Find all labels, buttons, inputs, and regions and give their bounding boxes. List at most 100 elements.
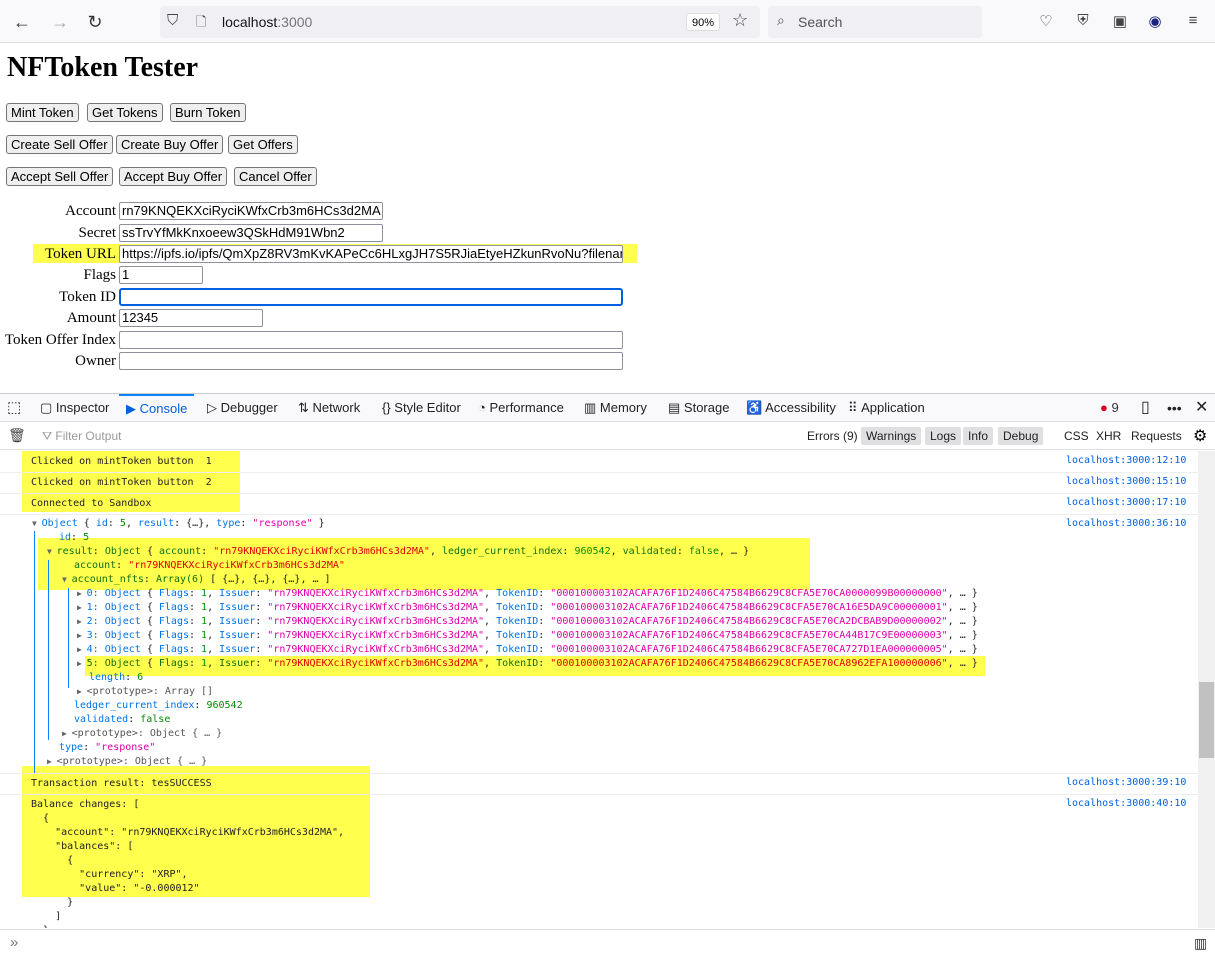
owner-input[interactable] — [119, 352, 623, 370]
filter-errors[interactable]: Errors (9) — [802, 427, 863, 445]
token: result — [56, 546, 93, 557]
extension-icon[interactable]: ▣ — [1110, 12, 1130, 32]
filter-debug[interactable]: Debug — [998, 427, 1044, 445]
scrollbar-thumb[interactable] — [1199, 682, 1214, 758]
close-devtools-icon[interactable]: ✕ — [1195, 394, 1208, 422]
token: ledger_current_index — [74, 700, 195, 711]
create-buy-offer-button[interactable]: Create Buy Offer — [116, 135, 224, 154]
filter-logs[interactable]: Logs — [925, 427, 962, 445]
get-offers-button[interactable]: Get Offers — [228, 135, 298, 154]
filter-warnings[interactable]: Warnings — [861, 427, 922, 445]
token: { — [140, 644, 159, 655]
mint-token-button[interactable]: Mint Token — [6, 103, 79, 122]
tab-network[interactable]: ⇅ Network — [298, 394, 360, 422]
token: validated — [622, 546, 677, 557]
shield-icon[interactable]: ⛉ — [167, 12, 178, 29]
bookmark-star-icon[interactable]: ☆ — [732, 10, 748, 31]
token: , — [207, 658, 220, 669]
tab-storage[interactable]: ▤ Storage — [668, 394, 729, 422]
token-id-label: Token ID — [59, 289, 116, 305]
reload-icon[interactable]: ↻ — [83, 10, 107, 34]
tab-inspector[interactable]: ▢ Inspector — [40, 394, 109, 422]
burn-token-button[interactable]: Burn Token — [170, 103, 246, 122]
token-id-input[interactable] — [119, 288, 623, 306]
get-tokens-button[interactable]: Get Tokens — [87, 103, 163, 122]
source-link[interactable]: localhost:3000:12:10 — [1066, 455, 1186, 466]
tab-style-editor[interactable]: {} Style Editor — [382, 394, 461, 422]
source-link[interactable]: localhost:3000:39:10 — [1066, 777, 1186, 788]
search-input[interactable]: Search — [768, 6, 982, 38]
more-options-icon[interactable]: ••• — [1167, 394, 1182, 422]
amount-input[interactable]: 12345 — [119, 309, 263, 327]
url-host: localhost — [222, 14, 278, 30]
forward-icon[interactable]: → — [48, 10, 72, 34]
token: "response" — [252, 518, 313, 529]
cancel-offer-button[interactable]: Cancel Offer — [234, 167, 317, 186]
flags-label: Flags — [83, 267, 116, 283]
collapsed-arrow-icon[interactable]: ▶ — [77, 645, 87, 654]
expanded-arrow-icon[interactable]: ▼ — [47, 547, 57, 556]
token: { — [140, 588, 159, 599]
expanded-arrow-icon[interactable]: ▼ — [62, 575, 72, 584]
menu-icon[interactable]: ≡ — [1183, 12, 1203, 32]
object-tree-row: ▶ 5: Object { Flags: 1, Issuer: "rn79KNQ… — [77, 657, 1198, 671]
error-count-badge[interactable]: ● 9 — [1100, 394, 1119, 422]
create-sell-offer-button[interactable]: Create Sell Offer — [6, 135, 113, 154]
trash-icon[interactable]: 🗑 — [8, 427, 26, 444]
account-input[interactable]: rn79KNQEKXciRyciKWfxCrb3m6HCs3d2MA — [119, 202, 383, 220]
secret-input[interactable]: ssTrvYfMkKnxoeew3QSkHdM91Wbn2 — [119, 224, 383, 242]
zoom-level[interactable]: 90% — [686, 13, 720, 31]
collapsed-arrow-icon[interactable]: ▶ — [77, 603, 87, 612]
object-tree-row: ledger_current_index: 960542 — [74, 699, 1198, 713]
collapsed-arrow-icon[interactable]: ▶ — [77, 589, 87, 598]
message-separator — [0, 472, 1198, 473]
token: : — [562, 546, 575, 557]
token: , — [125, 518, 138, 529]
tab-memory[interactable]: ▥ Memory — [584, 394, 647, 422]
flags-input[interactable]: 1 — [119, 266, 203, 284]
token-offer-index-input[interactable] — [119, 331, 623, 349]
account-icon[interactable]: ◉ — [1145, 12, 1165, 32]
back-icon[interactable]: ← — [10, 10, 34, 34]
tab-application[interactable]: ⠿ Application — [848, 394, 925, 422]
tab-debugger[interactable]: ▷ Debugger — [207, 394, 278, 422]
collapsed-arrow-icon[interactable]: ▶ — [47, 757, 57, 766]
tab-console[interactable]: ▶ Console — [119, 394, 195, 422]
filter-css[interactable]: CSS — [1059, 427, 1094, 445]
accept-sell-offer-button[interactable]: Accept Sell Offer — [6, 167, 114, 186]
filter-input[interactable]: ⛛ Filter Output — [42, 429, 121, 444]
source-link[interactable]: localhost:3000:15:10 — [1066, 476, 1186, 487]
token-url-input[interactable]: https://ipfs.io/ipfs/QmXpZ8RV3mKvKAPeCc6… — [119, 245, 623, 263]
collapsed-arrow-icon[interactable]: ▶ — [77, 617, 87, 626]
collapsed-arrow-icon[interactable]: ▶ — [62, 729, 72, 738]
token: : — [538, 616, 551, 627]
token: "rn79KNQEKXciRyciKWfxCrb3m6HCs3d2MA" — [267, 630, 485, 641]
split-console-icon[interactable]: ▥ — [1194, 935, 1207, 952]
token: [ {…}, {…}, {…}, … ] — [204, 574, 331, 585]
object-tree-row: ▼ account_nfts: Array(6) [ {…}, {…}, {…}… — [62, 573, 1198, 587]
filter-xhr[interactable]: XHR — [1091, 427, 1126, 445]
tab-accessibility[interactable]: ♿ Accessibility — [746, 394, 836, 422]
shield-extension-icon[interactable]: ⛨ — [1073, 12, 1093, 32]
object-tree-row: length: 6 — [89, 671, 1198, 685]
collapsed-arrow-icon[interactable]: ▶ — [77, 659, 87, 668]
tree-guide — [68, 588, 69, 688]
tab-performance[interactable]: ◔ Performance — [478, 394, 564, 422]
expanded-arrow-icon[interactable]: ▼ — [32, 519, 42, 528]
console-input[interactable]: » ▥ — [0, 929, 1215, 964]
token: 5 — [83, 532, 90, 543]
source-link[interactable]: localhost:3000:17:10 — [1066, 497, 1186, 508]
filter-info[interactable]: Info — [963, 427, 994, 445]
token: , — [484, 602, 497, 613]
accept-buy-offer-button[interactable]: Accept Buy Offer — [119, 167, 228, 186]
filter-requests[interactable]: Requests — [1126, 427, 1187, 445]
pocket-icon[interactable]: ♡ — [1036, 12, 1056, 32]
element-picker-icon[interactable]: ⬚ — [7, 394, 21, 422]
collapsed-arrow-icon[interactable]: ▶ — [77, 687, 87, 696]
responsive-mode-icon[interactable]: ▯ — [1141, 394, 1150, 422]
token: Flags — [158, 658, 189, 669]
collapsed-arrow-icon[interactable]: ▶ — [77, 631, 87, 640]
settings-gear-icon[interactable]: ⚙ — [1193, 426, 1207, 446]
object-tree-row: ▶ 0: Object { Flags: 1, Issuer: "rn79KNQ… — [77, 587, 1198, 601]
secret-label: Secret — [78, 225, 116, 241]
